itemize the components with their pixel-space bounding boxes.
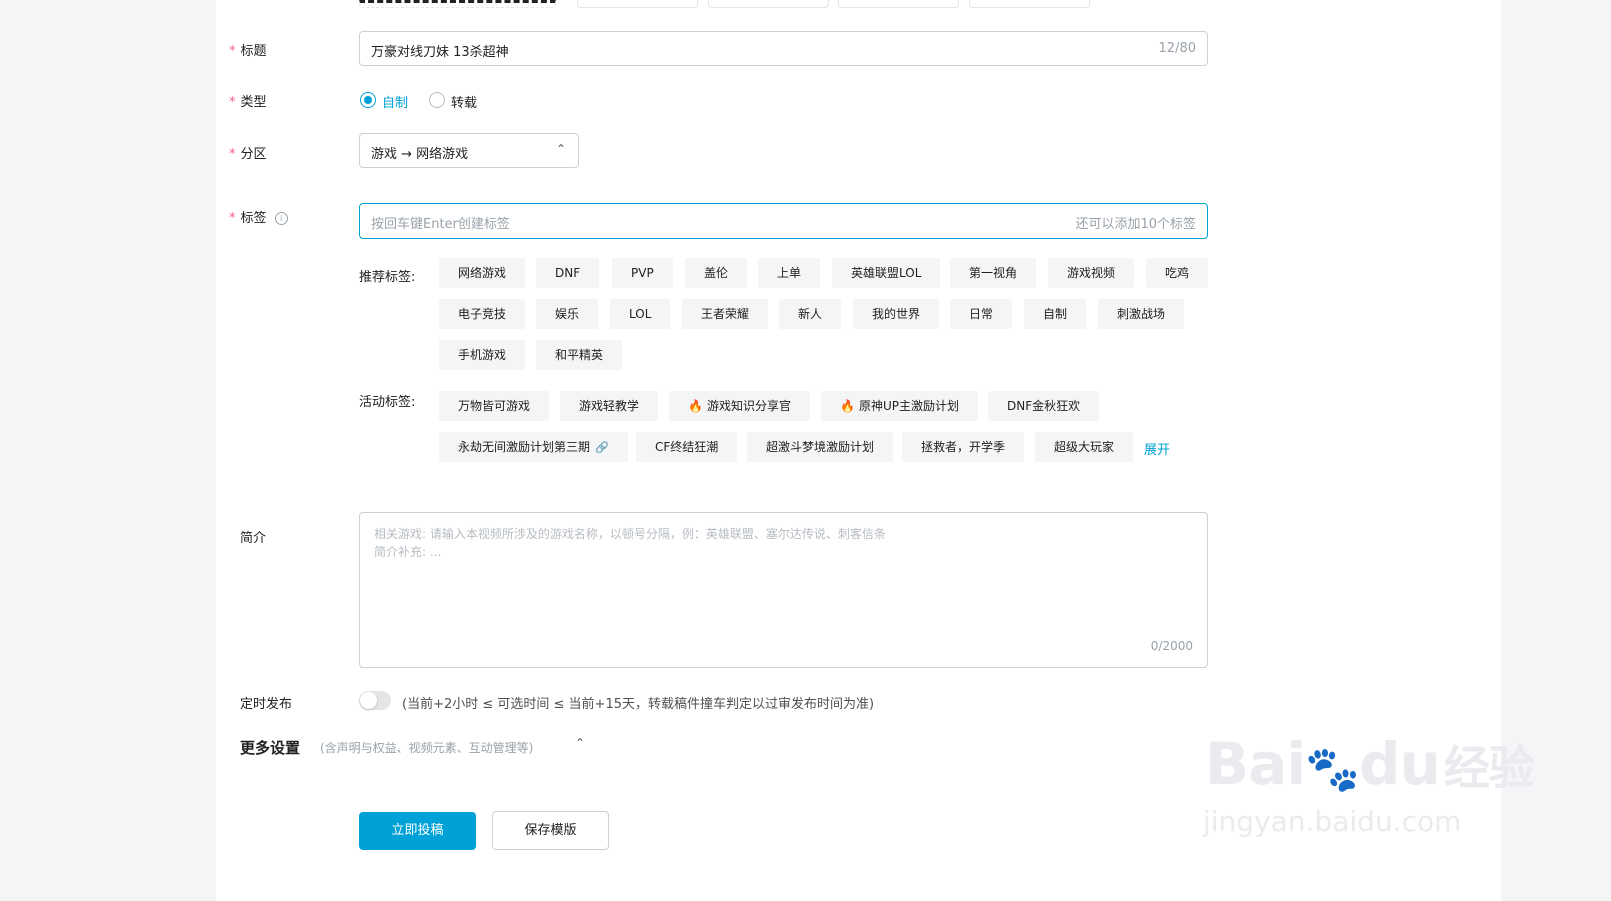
radio-unchecked-icon (429, 92, 445, 108)
recommended-tag[interactable]: 我的世界 (853, 299, 940, 329)
activity-tag-hot[interactable]: 🔥 游戏知识分享官 (669, 391, 810, 421)
schedule-label: 定时发布 (240, 697, 293, 712)
tags-placeholder: 按回车键Enter创建标签 (371, 217, 510, 232)
intro-char-count: 0/2000 (1150, 639, 1193, 653)
title-field-label: * 标题 (229, 40, 267, 59)
title-char-count: 12/80 (1158, 41, 1196, 56)
recommended-tag[interactable]: 和平精英 (536, 340, 623, 370)
activity-tag[interactable]: CF终结狂潮 (636, 432, 738, 462)
submit-button[interactable]: 立即投稿 (359, 812, 476, 850)
recommended-tag[interactable]: DNF (536, 258, 600, 288)
recommended-tag[interactable]: 上单 (758, 258, 821, 288)
tags-field-label: * 标签 i (229, 207, 288, 226)
upload-box-stub (359, 0, 556, 8)
expand-tags-link[interactable]: 展开 (1144, 439, 1170, 458)
zone-select[interactable]: 游戏 → 网络游戏 ⌃ (359, 133, 579, 168)
type-label-text: 类型 (240, 95, 267, 110)
intro-label: 简介 (240, 531, 267, 546)
intro-textarea[interactable]: 相关游戏: 请输入本视频所涉及的游戏名称，以顿号分隔，例：英雄联盟、塞尔达传说、… (359, 512, 1208, 668)
chevron-up-icon: ⌃ (555, 142, 566, 156)
fire-icon: 🔥 (688, 399, 703, 413)
schedule-toggle[interactable] (359, 691, 391, 710)
zone-field-label: * 分区 (229, 143, 267, 162)
recommended-tag[interactable]: 电子竞技 (439, 299, 526, 329)
intro-placeholder-line1: 相关游戏: 请输入本视频所涉及的游戏名称，以顿号分隔，例：英雄联盟、塞尔达传说、… (374, 527, 886, 541)
upload-form-card: * 标题 万豪对线刀妹 13杀超神 12/80 * 类型 自制 转载 * 分区 游戏 … (216, 0, 1501, 901)
recommended-tag[interactable]: 网络游戏 (439, 258, 526, 288)
required-mark: * (229, 95, 236, 110)
save-template-button[interactable]: 保存模版 (492, 811, 609, 850)
recommended-tag[interactable]: 盖伦 (685, 258, 748, 288)
intro-placeholder-line2: 简介补充: ... (374, 545, 442, 559)
recommended-tag[interactable]: 王者荣耀 (682, 299, 769, 329)
recommended-tag[interactable]: 刺激战场 (1098, 299, 1185, 329)
toggle-knob (360, 692, 377, 709)
activity-tag[interactable]: 万物皆可游戏 (439, 391, 550, 421)
type-radio-original[interactable]: 自制 (360, 91, 420, 111)
recommended-tag[interactable]: 手机游戏 (439, 340, 526, 370)
zone-value: 游戏 → 网络游戏 (371, 147, 469, 162)
activity-tag[interactable]: 永劫无间激励计划第三期 🔗 (439, 432, 628, 462)
required-mark: * (229, 44, 236, 59)
recommended-tag[interactable]: 自制 (1024, 299, 1087, 329)
cover-stub-2 (708, 0, 829, 8)
activity-tag-label: 永劫无间激励计划第三期 (458, 440, 591, 454)
cover-stub-3 (838, 0, 959, 8)
activity-tag-label: 游戏知识分享官 (706, 399, 791, 413)
activity-tag-label: 原神UP主激励计划 (858, 399, 959, 413)
recommended-tag[interactable]: 英雄联盟LOL (832, 258, 941, 288)
fire-icon: 🔥 (840, 399, 855, 413)
activity-tag[interactable]: 超激斗梦境激励计划 (747, 432, 894, 462)
title-value: 万豪对线刀妹 13杀超神 (371, 45, 509, 60)
tags-remaining-hint: 还可以添加10个标签 (1075, 217, 1196, 232)
schedule-hint: (当前+2小时 ≤ 可选时间 ≤ 当前+15天，转载稿件撞车判定以过审发布时间为… (402, 697, 875, 712)
recommended-tag[interactable]: 新人 (779, 299, 842, 329)
title-input[interactable]: 万豪对线刀妹 13杀超神 12/80 (359, 31, 1208, 66)
activity-tag[interactable]: 超级大玩家 (1035, 432, 1134, 462)
info-icon[interactable]: i (274, 212, 288, 225)
title-label-text: 标题 (240, 44, 267, 59)
link-icon: 🔗 (595, 441, 609, 454)
more-settings-title[interactable]: 更多设置 (240, 737, 300, 758)
type-option-label: 转载 (451, 96, 478, 111)
chevron-up-icon[interactable]: ⌃ (575, 736, 585, 750)
recommended-tag[interactable]: 娱乐 (536, 299, 599, 329)
tags-label-text: 标签 (240, 211, 267, 226)
cover-stub-1 (577, 0, 698, 8)
recommended-tags-label: 推荐标签: (359, 270, 416, 285)
type-field-label: * 类型 (229, 91, 267, 110)
recommended-tag[interactable]: 吃鸡 (1146, 258, 1209, 288)
activity-tag[interactable]: 游戏轻教学 (560, 391, 659, 421)
activity-tag-hot[interactable]: 🔥 原神UP主激励计划 (821, 391, 978, 421)
zone-label-text: 分区 (240, 147, 267, 162)
recommended-tag[interactable]: 游戏视频 (1048, 258, 1135, 288)
activity-tags-label: 活动标签: (359, 395, 416, 410)
tags-input[interactable]: 按回车键Enter创建标签 还可以添加10个标签 (359, 203, 1208, 239)
activity-tag[interactable]: DNF金秋狂欢 (988, 391, 1100, 421)
recommended-tag[interactable]: PVP (612, 258, 673, 288)
type-radio-repost[interactable]: 转载 (429, 91, 489, 111)
radio-checked-icon (360, 92, 376, 108)
required-mark: * (229, 211, 236, 226)
cover-stub-4 (969, 0, 1090, 8)
recommended-tag[interactable]: 第一视角 (950, 258, 1037, 288)
more-settings-hint: (含声明与权益、视频元素、互动管理等) (320, 741, 534, 755)
recommended-tag[interactable]: LOL (610, 299, 671, 329)
activity-tag[interactable]: 拯救者，开学季 (902, 432, 1025, 462)
type-option-label: 自制 (382, 96, 409, 111)
recommended-tag[interactable]: 日常 (950, 299, 1013, 329)
required-mark: * (229, 147, 236, 162)
